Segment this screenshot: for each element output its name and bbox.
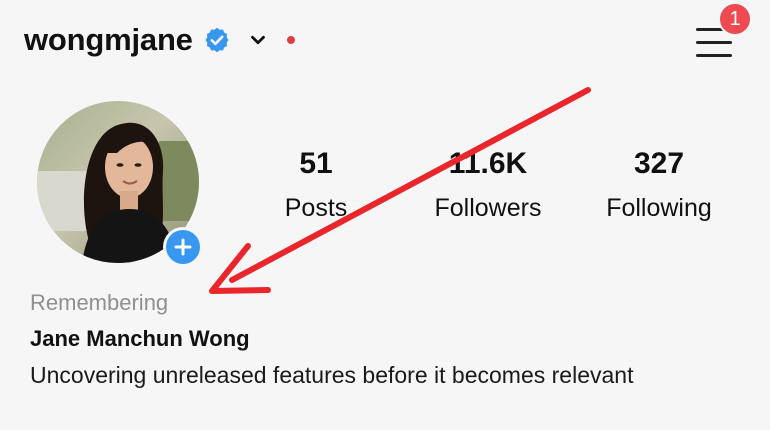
add-story-button[interactable] [163,227,203,267]
plus-icon [166,230,200,264]
new-activity-dot [286,36,295,44]
posts-count: 51 [299,147,333,180]
following-label: Following [606,194,712,222]
username-title[interactable]: wongmjane [24,22,193,58]
notification-badge: 1 [718,2,752,36]
bio-text: Uncovering unreleased features before it… [30,362,634,388]
following-count: 327 [633,147,685,180]
followers-label: Followers [434,194,542,222]
chevron-down-icon[interactable] [247,29,269,51]
verified-badge-icon [203,26,231,54]
profile-header: wongmjane [24,18,295,62]
followers-stat[interactable]: 11.6K Followers [418,146,558,224]
full-name: Jane Manchun Wong [30,326,250,351]
profile-screen: wongmjane 1 51 Posts 11.6K Followers 327… [0,0,770,430]
followers-count: 11.6K [448,147,528,180]
posts-label: Posts [284,194,348,222]
profile-avatar-wrapper[interactable] [37,101,203,267]
posts-stat[interactable]: 51 Posts [268,146,364,224]
following-stat[interactable]: 327 Following [592,146,726,224]
memorial-label: Remembering [30,290,169,315]
